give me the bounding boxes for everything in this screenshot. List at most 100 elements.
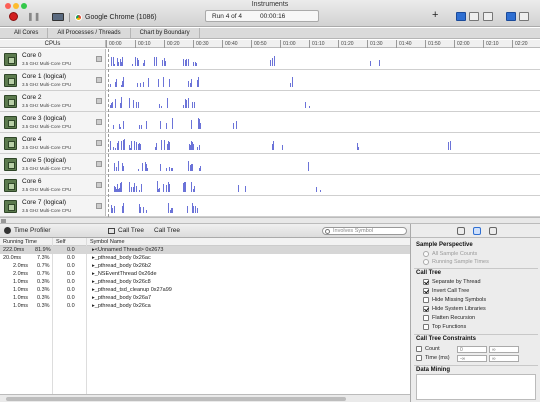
view-selector-a[interactable]: Call Tree: [108, 227, 144, 234]
toggle-detail-pane-button[interactable]: [506, 12, 516, 21]
running-sample-times-radio[interactable]: Running Sample Times: [423, 259, 489, 265]
separate-by-thread-checkbox[interactable]: Separate by Thread: [423, 279, 481, 285]
table-row[interactable]: 1.0ms 0.3% 0.0 ▸_pthread_body 0x26a7: [0, 294, 410, 302]
track-core-5[interactable]: Core 5 (logical) 3.5 GHz Multi-Core CPU: [0, 154, 540, 175]
tab-all-cores[interactable]: All Cores: [0, 28, 49, 38]
track-plot[interactable]: [107, 91, 540, 111]
search-placeholder: Involves Symbol: [333, 228, 374, 234]
top-functions-checkbox[interactable]: Top Functions: [423, 324, 466, 330]
symbol-search-input[interactable]: Involves Symbol: [322, 227, 407, 235]
cpu-activity-spike: [450, 141, 451, 150]
scroll-thumb[interactable]: [6, 397, 346, 401]
record-settings-tab-icon[interactable]: [457, 227, 465, 235]
core-description: 3.5 GHz Multi-Core CPU: [22, 208, 72, 213]
table-row[interactable]: 1.0ms 0.3% 0.0 ▸_pthread_tsd_cleanup 0x2…: [0, 286, 410, 294]
pause-button[interactable]: ❚❚: [27, 12, 40, 21]
track-plot[interactable]: [107, 133, 540, 153]
cpu-activity-spike: [245, 186, 246, 192]
cpu-activity-spike: [119, 124, 120, 129]
running-pct: 0.7%: [37, 263, 50, 269]
display-settings-button[interactable]: [469, 12, 479, 21]
cpu-activity-spike: [183, 187, 184, 192]
track-info-icon[interactable]: [96, 77, 102, 83]
track-core-0[interactable]: Core 0 3.5 GHz Multi-Core CPU: [0, 49, 540, 70]
track-plot[interactable]: [107, 175, 540, 195]
section-divider: [414, 334, 538, 335]
checkbox: [423, 324, 429, 330]
col-symbol[interactable]: Symbol Name: [90, 239, 125, 245]
add-instrument-button[interactable]: +: [432, 10, 438, 21]
cpu-activity-spike: [282, 145, 283, 150]
col-self[interactable]: Self: [56, 239, 65, 245]
col-running-time[interactable]: Running Time: [3, 239, 37, 245]
hide-missing-symbols-checkbox[interactable]: Hide Missing Symbols: [423, 297, 486, 303]
display-settings-tab-icon[interactable]: [473, 227, 481, 235]
data-mining-list[interactable]: [416, 374, 536, 400]
track-plot[interactable]: [107, 70, 540, 90]
track-info-icon[interactable]: [96, 98, 102, 104]
all-sample-counts-radio[interactable]: All Sample Counts: [423, 251, 477, 257]
hide-system-libraries-checkbox[interactable]: Hide System Libraries: [423, 306, 486, 312]
track-info-icon[interactable]: [96, 203, 102, 209]
running-ms: 1.0ms: [13, 303, 28, 309]
record-button[interactable]: [9, 12, 18, 21]
track-core-4[interactable]: Core 4 3.5 GHz Multi-Core CPU: [0, 133, 540, 154]
scroll-left-button[interactable]: [1, 219, 6, 223]
table-row[interactable]: 222.0ms 81.9% 0.0 ▸<Unnamed Thread> 0x26…: [0, 246, 410, 254]
view-selector-b[interactable]: Call Tree: [154, 227, 180, 234]
playhead-line[interactable]: [108, 49, 109, 217]
tab-all-processes[interactable]: All Processes / Threads: [48, 28, 131, 38]
target-selector[interactable]: Google Chrome (1086): [52, 12, 157, 22]
cpu-activity-spike: [166, 168, 167, 171]
extended-detail-tab-icon[interactable]: [489, 227, 497, 235]
track-plot[interactable]: [107, 49, 540, 69]
cpu-activity-spike: [131, 187, 132, 192]
cpu-activity-spike: [112, 210, 113, 213]
track-info-icon[interactable]: [96, 140, 102, 146]
toggle-inspector-button[interactable]: [519, 12, 529, 21]
record-settings-button[interactable]: [456, 12, 466, 21]
time-constraint[interactable]: Time (ms): [416, 355, 450, 361]
table-row[interactable]: 1.0ms 0.3% 0.0 ▸_pthread_body 0x26ca: [0, 302, 410, 310]
track-plot[interactable]: [107, 196, 540, 216]
track-core-2[interactable]: Core 2 3.5 GHz Multi-Core CPU: [0, 91, 540, 112]
track-info-icon[interactable]: [96, 56, 102, 62]
track-core-6[interactable]: Core 6 3.5 GHz Multi-Core CPU: [0, 175, 540, 196]
track-info-icon[interactable]: [96, 182, 102, 188]
detail-hscrollbar[interactable]: [0, 394, 410, 402]
table-row[interactable]: 2.0ms 0.7% 0.0 ▸_NSEventThread 0x26de: [0, 270, 410, 278]
track-core-3[interactable]: Core 3 (logical) 3.5 GHz Multi-Core CPU: [0, 112, 540, 133]
table-row[interactable]: 2.0ms 0.7% 0.0 ▸_pthread_body 0x26b2: [0, 262, 410, 270]
extended-detail-button[interactable]: [483, 12, 493, 21]
radio-indicator: [423, 251, 429, 257]
track-core-7[interactable]: Core 7 (logical) 3.5 GHz Multi-Core CPU: [0, 196, 540, 217]
running-ms: 2.0ms: [13, 263, 28, 269]
cpu-activity-spike: [187, 206, 188, 213]
core-name: Core 2: [22, 94, 42, 101]
count-constraint[interactable]: Count: [416, 346, 440, 352]
table-row[interactable]: 1.0ms 0.3% 0.0 ▸_pthread_body 0x26c8: [0, 278, 410, 286]
invert-call-tree-checkbox[interactable]: Invert Call Tree: [423, 288, 469, 294]
running-pct: 0.3%: [37, 287, 50, 293]
ruler-tick: 01:20: [338, 40, 354, 48]
track-core-1[interactable]: Core 1 (logical) 3.5 GHz Multi-Core CPU: [0, 70, 540, 91]
instrument-selector[interactable]: Time Profiler: [4, 227, 51, 234]
flatten-recursion-checkbox[interactable]: Flatten Recursion: [423, 315, 475, 321]
cpu-activity-spike: [160, 164, 161, 171]
track-info-icon[interactable]: [96, 161, 102, 167]
count-max-field[interactable]: ∞: [489, 346, 519, 353]
track-info-icon[interactable]: [96, 119, 102, 125]
tab-chart-by-boundary[interactable]: Chart by Boundary: [131, 28, 200, 38]
self-value: 0.0: [67, 247, 75, 253]
timeline-scrollbar[interactable]: [0, 217, 540, 224]
timeline-ruler[interactable]: CPUs 00:00 00:10 00:20 00:30 00:40 00:50…: [0, 40, 540, 48]
cpu-activity-spike: [191, 182, 192, 192]
table-row[interactable]: 20.0ms 7.3% 0.0 ▸_pthread_body 0x26ac: [0, 254, 410, 262]
count-min-field[interactable]: 0: [457, 346, 487, 353]
cpu-activity-spike: [273, 141, 274, 150]
track-plot[interactable]: [107, 154, 540, 174]
cpu-core-icon: [4, 200, 17, 213]
track-plot[interactable]: [107, 112, 540, 132]
time-max-field[interactable]: ∞: [489, 355, 519, 362]
time-min-field[interactable]: -∞: [457, 355, 487, 362]
